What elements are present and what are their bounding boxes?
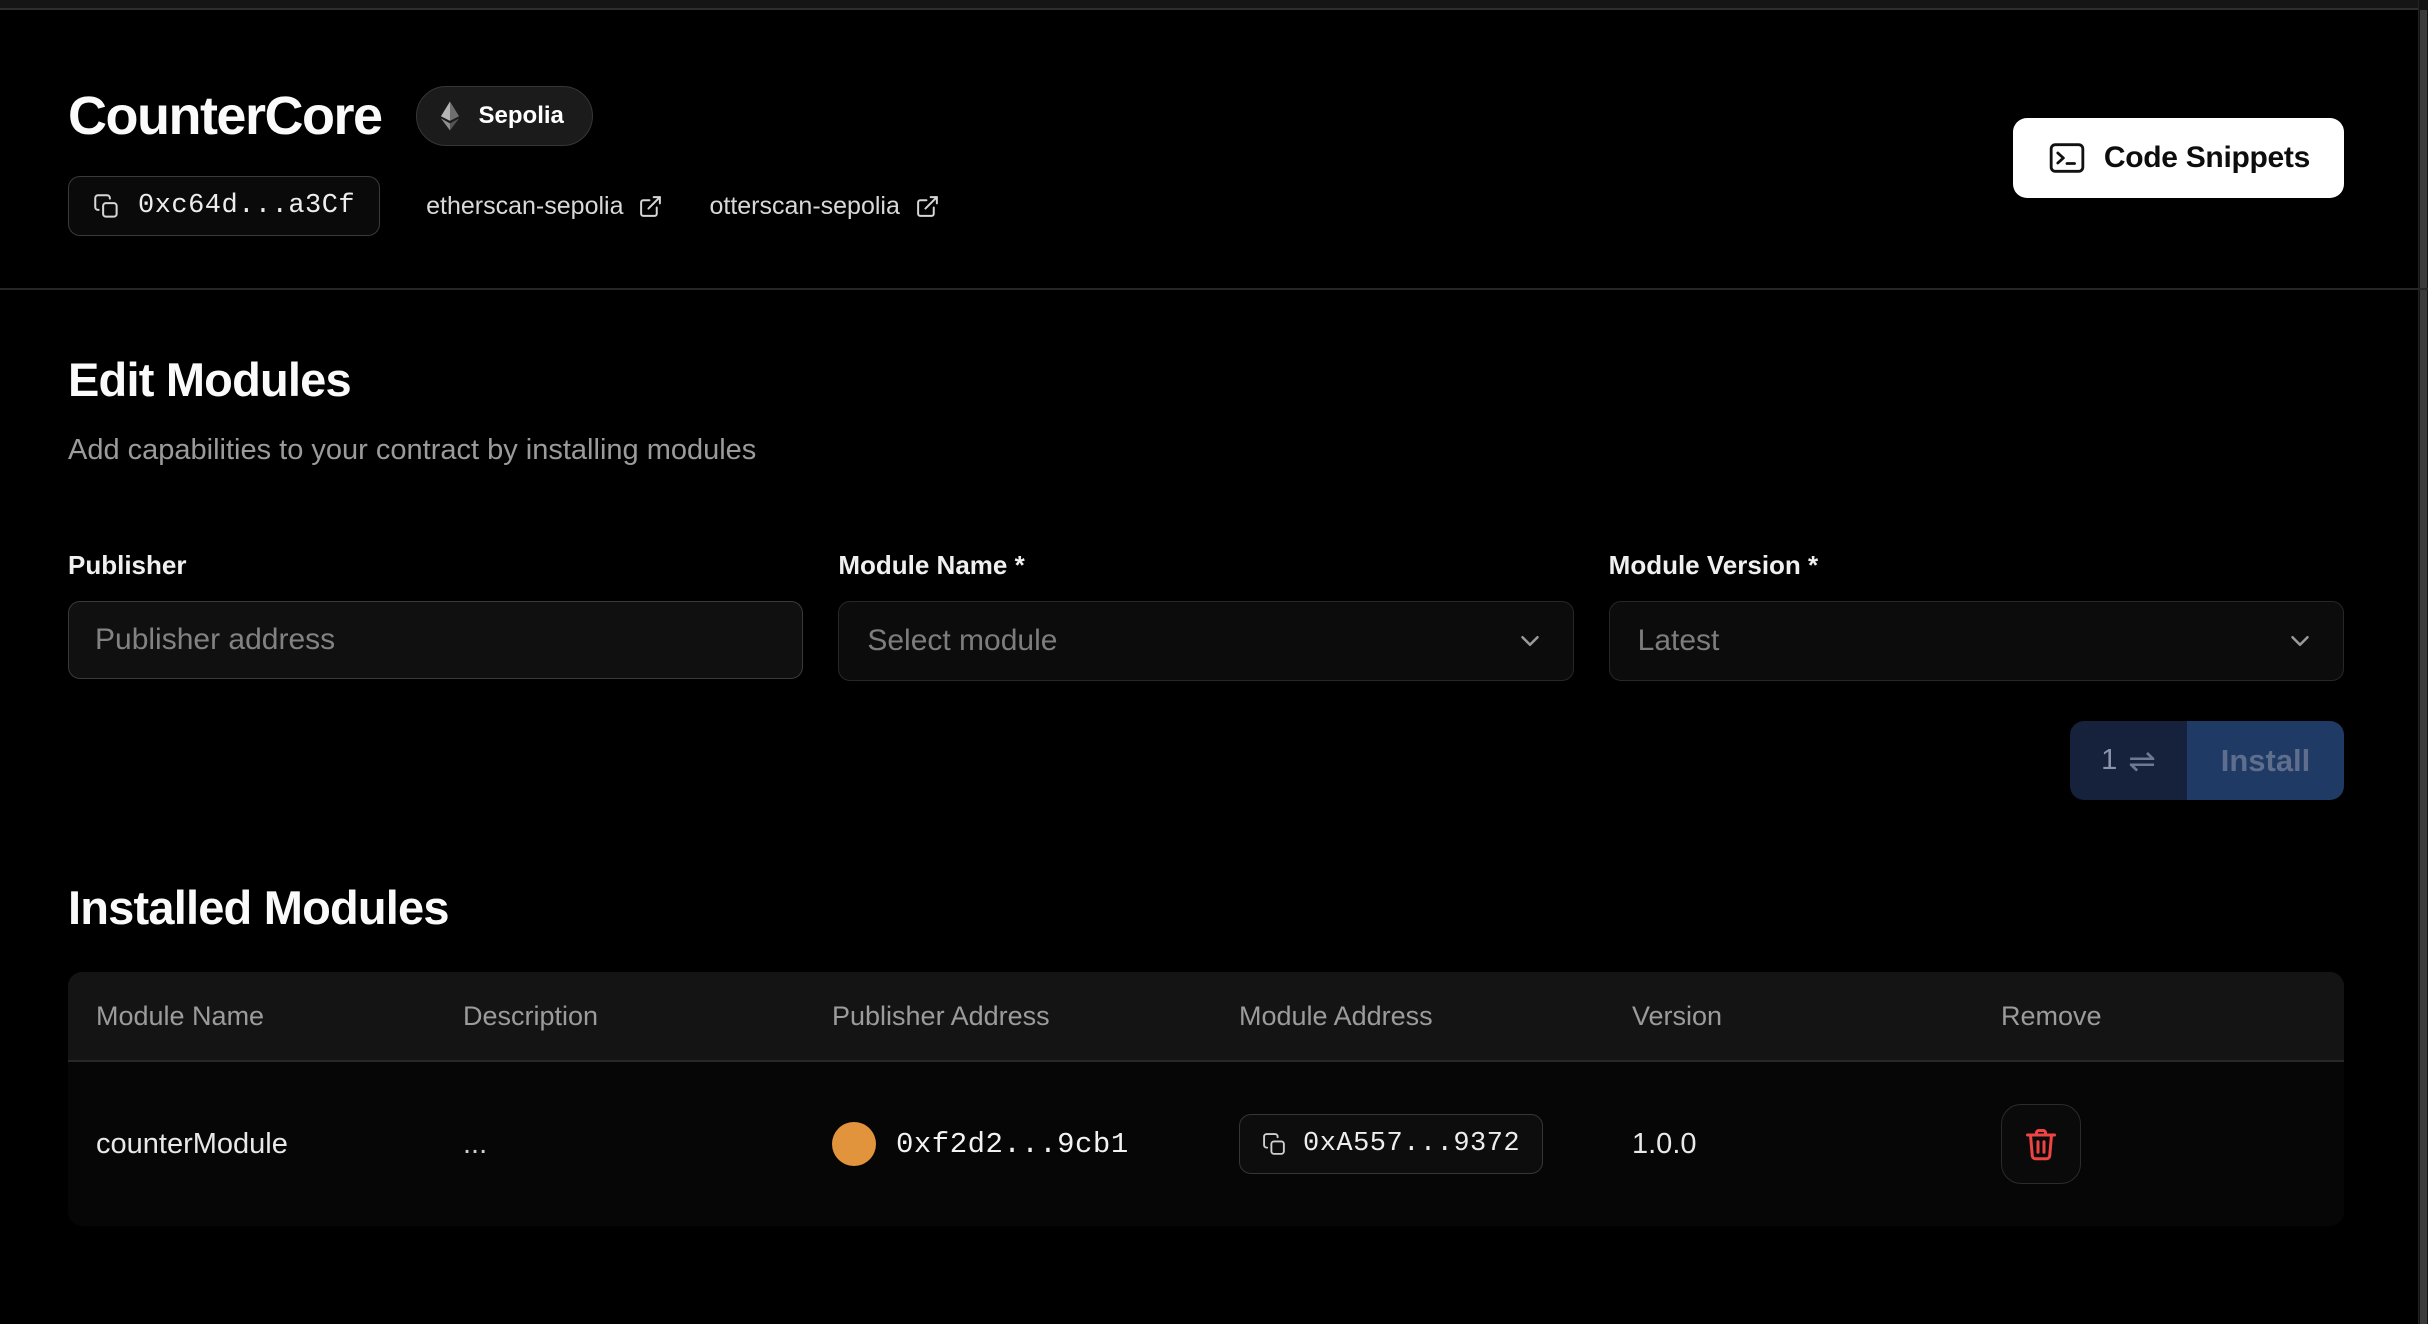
chevron-down-icon — [1515, 626, 1545, 656]
table-row: counterModule ... 0xf2d2...9cb1 0xA557..… — [68, 1062, 2344, 1226]
publisher-address-cell: 0xf2d2...9cb1 — [804, 1122, 1211, 1166]
publisher-address: 0xf2d2...9cb1 — [896, 1128, 1129, 1161]
remove-module-button[interactable] — [2001, 1104, 2081, 1184]
edit-modules-subheading: Add capabilities to your contract by ins… — [68, 434, 756, 467]
contract-links-row: 0xc64d...a3Cf etherscan-sepolia ottersca… — [68, 176, 940, 236]
contract-address-copy-button[interactable]: 0xc64d...a3Cf — [68, 176, 380, 236]
transaction-count: 1 — [2101, 744, 2117, 777]
publisher-field-group: Publisher — [68, 550, 803, 681]
page-title: CounterCore — [68, 89, 382, 143]
module-version-field-group: Module Version * Latest — [1609, 550, 2344, 681]
top-window-edge — [0, 0, 2428, 10]
contract-address: 0xc64d...a3Cf — [138, 191, 355, 221]
terminal-icon — [2047, 138, 2087, 178]
install-button-label: Install — [2187, 721, 2344, 800]
column-header-version: Version — [1604, 1001, 1973, 1032]
trash-icon — [2023, 1126, 2059, 1162]
module-address-cell: 0xA557...9372 — [1211, 1114, 1604, 1174]
chevron-down-icon — [2285, 626, 2315, 656]
copy-icon — [93, 193, 120, 220]
installed-modules-heading: Installed Modules — [68, 880, 449, 935]
module-address: 0xA557...9372 — [1303, 1129, 1520, 1159]
column-header-description: Description — [435, 1001, 804, 1032]
publisher-address-input[interactable] — [68, 601, 803, 679]
code-snippets-button[interactable]: Code Snippets — [2013, 118, 2344, 198]
scrollbar-thumb[interactable] — [2420, 10, 2427, 1324]
network-badge[interactable]: Sepolia — [416, 86, 593, 146]
edit-modules-heading: Edit Modules — [68, 352, 351, 407]
install-module-form: Publisher Module Name * Select module Mo… — [68, 550, 2344, 681]
table-header-row: Module Name Description Publisher Addres… — [68, 972, 2344, 1062]
vertical-scrollbar[interactable] — [2418, 0, 2428, 1324]
external-link-icon — [915, 194, 940, 219]
scanner-link-label: otterscan-sepolia — [709, 192, 899, 221]
transaction-count-badge: 1 ⇌ — [2070, 721, 2187, 800]
header-divider — [0, 288, 2428, 290]
network-badge-label: Sepolia — [479, 102, 564, 130]
etherscan-sepolia-link[interactable]: etherscan-sepolia — [426, 192, 663, 221]
contract-header: CounterCore Sepolia — [68, 86, 593, 146]
publisher-label: Publisher — [68, 550, 803, 581]
publisher-avatar — [832, 1122, 876, 1166]
column-header-module-name: Module Name — [68, 1001, 435, 1032]
contract-modules-page: CounterCore Sepolia 0xc64d...a3Cf — [0, 0, 2428, 1324]
swap-arrows-icon: ⇌ — [2128, 744, 2156, 777]
code-snippets-label: Code Snippets — [2104, 141, 2310, 175]
module-name-field-group: Module Name * Select module — [838, 550, 1573, 681]
module-name-cell: counterModule — [68, 1128, 435, 1161]
external-link-icon — [638, 194, 663, 219]
module-name-select[interactable]: Select module — [838, 601, 1573, 681]
version-cell: 1.0.0 — [1604, 1128, 1973, 1161]
module-version-select[interactable]: Latest — [1609, 601, 2344, 681]
description-cell: ... — [435, 1128, 804, 1161]
otterscan-sepolia-link[interactable]: otterscan-sepolia — [709, 192, 939, 221]
module-version-label: Module Version * — [1609, 550, 2344, 581]
ethereum-icon — [433, 99, 467, 133]
scanner-link-label: etherscan-sepolia — [426, 192, 623, 221]
install-button[interactable]: 1 ⇌ Install — [2070, 721, 2344, 800]
column-header-publisher-address: Publisher Address — [804, 1001, 1211, 1032]
column-header-remove: Remove — [1973, 1001, 2344, 1032]
column-header-module-address: Module Address — [1211, 1001, 1604, 1032]
installed-modules-table: Module Name Description Publisher Addres… — [68, 972, 2344, 1226]
module-name-selected-value: Select module — [867, 624, 1057, 658]
remove-cell — [1973, 1104, 2344, 1184]
module-name-label: Module Name * — [838, 550, 1573, 581]
module-version-selected-value: Latest — [1638, 624, 1720, 658]
module-address-copy-button[interactable]: 0xA557...9372 — [1239, 1114, 1543, 1174]
copy-icon — [1262, 1132, 1287, 1157]
